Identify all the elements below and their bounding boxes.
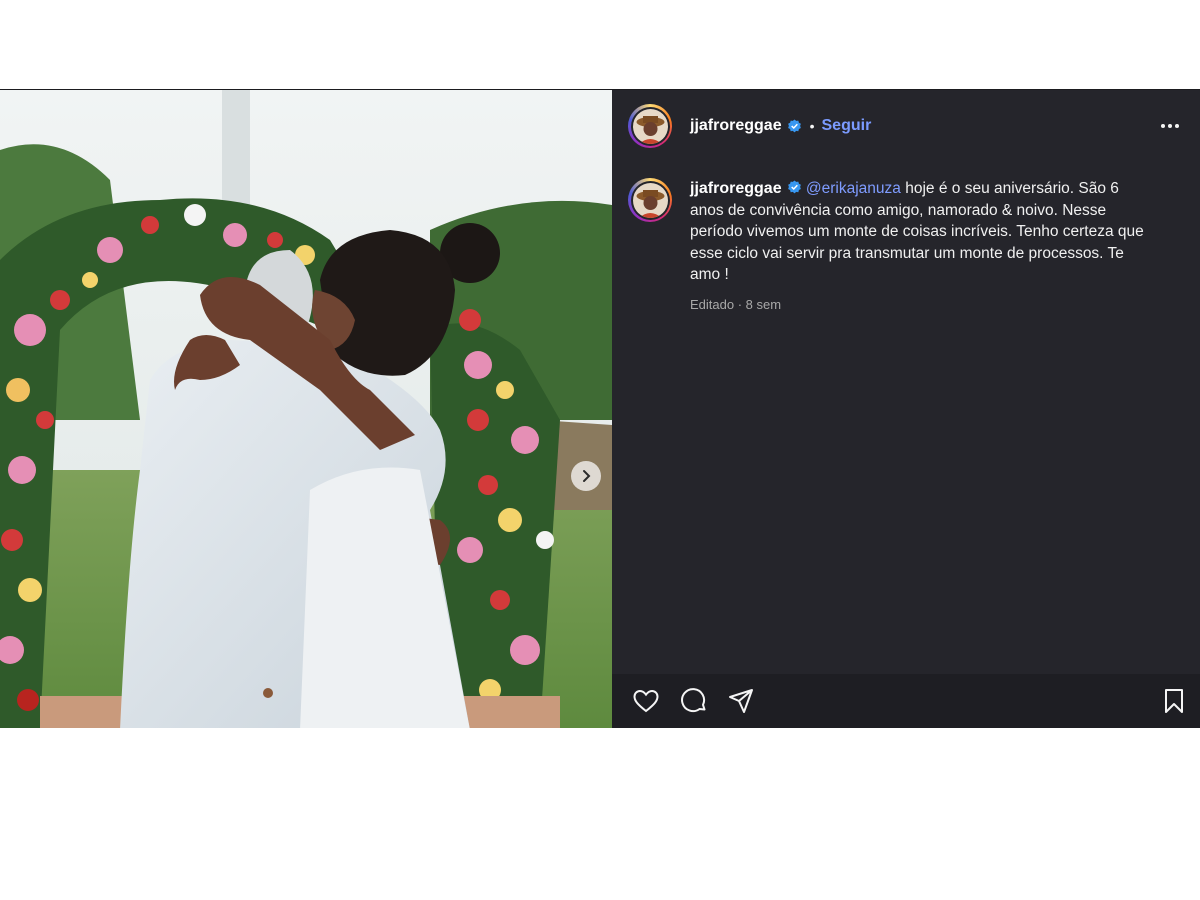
more-options-icon[interactable] — [1161, 116, 1183, 136]
heart-icon[interactable] — [632, 687, 660, 715]
caption: jjafroreggae @erikajanuza hoje é o seu a… — [628, 178, 1168, 315]
caption-meta: Editado · 8 sem — [690, 296, 782, 312]
next-image-button[interactable] — [571, 461, 601, 491]
post-media[interactable] — [0, 90, 612, 728]
header-avatar[interactable] — [628, 104, 672, 148]
send-icon[interactable] — [727, 687, 755, 715]
caption-username[interactable]: jjafroreggae — [690, 180, 782, 197]
caption-avatar[interactable] — [628, 178, 672, 222]
action-bar — [612, 674, 1200, 728]
separator-dot: • — [809, 118, 815, 134]
bookmark-icon[interactable] — [1160, 687, 1188, 715]
chevron-right-icon — [583, 470, 591, 482]
avatar-image — [632, 182, 668, 218]
post-header: jjafroreggae • Seguir — [612, 90, 1200, 162]
comment-icon[interactable] — [680, 687, 708, 715]
avatar-image — [632, 108, 668, 144]
post-dialog: jjafroreggae • Seguir jjafroreggae @erik… — [0, 90, 1200, 728]
verified-badge-icon — [787, 180, 801, 194]
post-side-panel: jjafroreggae • Seguir jjafroreggae @erik… — [612, 90, 1200, 728]
verified-badge-icon — [787, 118, 801, 132]
caption-text: jjafroreggae @erikajanuza hoje é o seu a… — [690, 178, 1150, 315]
header-username[interactable]: jjafroreggae — [690, 117, 782, 135]
mention-link[interactable]: @erikajanuza — [806, 180, 901, 197]
follow-button[interactable]: Seguir — [822, 117, 872, 135]
post-photo — [0, 90, 612, 728]
